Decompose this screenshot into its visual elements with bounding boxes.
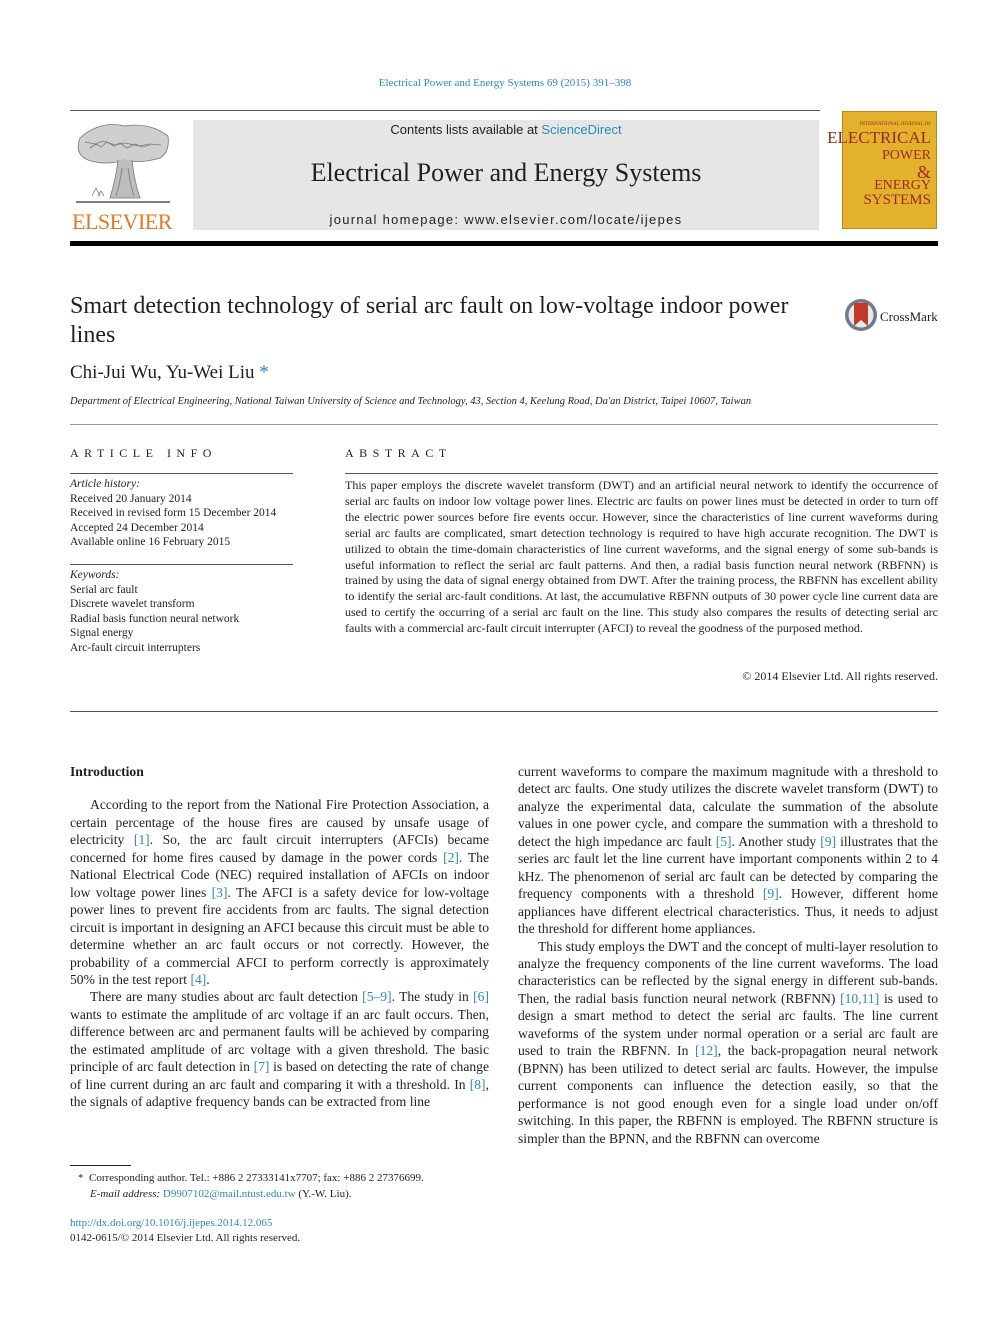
keyword-item: Arc-fault circuit interrupters [70, 641, 201, 654]
crossmark-icon [845, 299, 877, 331]
footnote-rule [70, 1165, 131, 1166]
citation-link[interactable]: [3] [212, 885, 228, 900]
author-list: Chi-Jui Wu, Yu-Wei Liu * [70, 362, 269, 384]
corresponding-author-mark[interactable]: * [259, 362, 269, 383]
journal-banner: Contents lists available at ScienceDirec… [193, 120, 819, 230]
text-run: . The AFCI is a safety device for low-vo… [70, 884, 489, 987]
corresponding-author-note: * Corresponding author. Tel.: +886 2 273… [78, 1170, 498, 1186]
text-run: There are many studies about arc fault d… [90, 989, 363, 1005]
crossmark-label[interactable]: CrossMark [880, 309, 938, 325]
citation-link[interactable]: [6] [473, 989, 489, 1004]
journal-cover-image: INTERNATIONAL JOURNAL OF ELECTRICAL POWE… [827, 111, 937, 229]
history-item: Available online 16 February 2015 [70, 536, 231, 548]
text-run: . Another study [731, 833, 821, 849]
doi-block: http://dx.doi.org/10.1016/j.ijepes.2014.… [70, 1216, 300, 1245]
cover-small-text: INTERNATIONAL JOURNAL OF [859, 122, 931, 127]
email-link[interactable]: D9907102@mail.ntust.edu.tw [163, 1188, 296, 1200]
history-label: Article history: [70, 478, 140, 490]
keyword-item: Serial arc fault [70, 583, 138, 596]
article-history: Article history: Received 20 January 201… [70, 477, 276, 550]
paragraph: According to the report from the Nationa… [70, 796, 489, 988]
section-divider [70, 424, 938, 425]
email-line: E-mail address: D9907102@mail.ntust.edu.… [78, 1186, 498, 1202]
footnote-mark: * [78, 1172, 84, 1184]
abstract-copyright: © 2014 Elsevier Ltd. All rights reserved… [742, 669, 938, 683]
email-suffix: (Y.-W. Liu). [295, 1188, 352, 1200]
article-info-heading: ARTICLE INFO [70, 446, 217, 460]
header-divider [70, 110, 820, 111]
keywords-label: Keywords: [70, 569, 120, 581]
email-label: E-mail address: [90, 1188, 161, 1200]
citation-link[interactable]: [9] [763, 886, 779, 901]
tree-icon [76, 124, 170, 203]
paragraph: current waveforms to compare the maximum… [518, 763, 938, 938]
body-column-right: current waveforms to compare the maximum… [518, 763, 938, 1147]
text-run: . The study in [391, 989, 474, 1005]
article-info-rule [70, 473, 293, 474]
text-run: , the back-propagation neural network (B… [518, 1043, 938, 1146]
journal-citation-link[interactable]: Electrical Power and Energy Systems 69 (… [0, 77, 992, 89]
header-thick-rule [70, 241, 938, 246]
abstract-heading: ABSTRACT [345, 446, 452, 460]
authors-names: Chi-Jui Wu, Yu-Wei Liu [70, 362, 255, 383]
paragraph: There are many studies about arc fault d… [70, 988, 489, 1110]
sciencedirect-link[interactable]: ScienceDirect [541, 122, 621, 137]
keywords-rule [70, 564, 293, 565]
affiliation: Department of Electrical Engineering, Na… [70, 396, 752, 407]
history-item: Received 20 January 2014 [70, 492, 192, 505]
contents-line: Contents lists available at ScienceDirec… [193, 122, 819, 137]
abstract-rule [345, 473, 938, 474]
cover-line5: SYSTEMS [863, 192, 931, 208]
history-item: Accepted 24 December 2014 [70, 521, 204, 534]
citation-link[interactable]: [8] [470, 1077, 486, 1092]
article-title: Smart detection technology of serial arc… [70, 293, 789, 348]
cover-line4: ENERGY [874, 178, 931, 193]
abstract-text: This paper employs the discrete wavelet … [345, 478, 938, 636]
text-run: . [206, 971, 210, 987]
citation-link[interactable]: [10,11] [840, 991, 879, 1006]
citation-link[interactable]: [7] [254, 1059, 270, 1074]
citation-link[interactable]: [1] [134, 832, 150, 847]
body-column-left: Introduction According to the report fro… [70, 763, 489, 1111]
keywords: Keywords: Serial arc fault Discrete wave… [70, 568, 239, 655]
cover-line2: POWER [882, 148, 931, 163]
journal-homepage-link[interactable]: journal homepage: www.elsevier.com/locat… [193, 212, 819, 227]
citation-link[interactable]: [2] [443, 850, 459, 865]
contents-prefix: Contents lists available at [390, 122, 542, 137]
issn-copyright: 0142-0615/© 2014 Elsevier Ltd. All right… [70, 1231, 301, 1244]
citation-link[interactable]: [5–9] [362, 989, 391, 1004]
keyword-item: Signal energy [70, 627, 134, 639]
citation-link[interactable]: [12] [695, 1043, 718, 1058]
elsevier-wordmark: ELSEVIER [72, 209, 172, 234]
abstract-end-divider [70, 711, 938, 712]
footnote: * Corresponding author. Tel.: +886 2 273… [78, 1170, 498, 1202]
cover-line1: ELECTRICAL [827, 128, 931, 147]
citation-link[interactable]: [9] [820, 834, 836, 849]
paragraph: This study employs the DWT and the conce… [518, 938, 938, 1147]
journal-name: Electrical Power and Energy Systems [310, 158, 702, 187]
keyword-item: Radial basis function neural network [70, 612, 240, 625]
citation-link[interactable]: [5] [716, 834, 732, 849]
doi-link[interactable]: http://dx.doi.org/10.1016/j.ijepes.2014.… [70, 1216, 300, 1231]
corresponding-text: Corresponding author. Tel.: +886 2 27333… [89, 1172, 424, 1184]
keyword-item: Discrete wavelet transform [70, 598, 195, 610]
introduction-heading: Introduction [70, 764, 144, 779]
citation-link[interactable]: [4] [190, 972, 206, 987]
history-item: Received in revised form 15 December 201… [70, 507, 277, 519]
